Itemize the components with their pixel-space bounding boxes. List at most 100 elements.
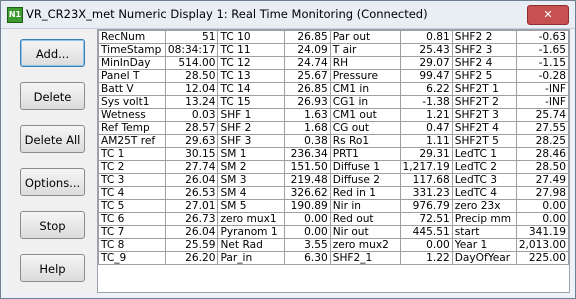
field-name-cell[interactable]: Rs Ro1 bbox=[329, 134, 401, 148]
field-name-cell[interactable]: TC 7 bbox=[98, 225, 166, 239]
delete-all-button[interactable]: Delete All bbox=[20, 125, 85, 153]
field-name-cell[interactable]: RecNum bbox=[98, 30, 166, 44]
field-name-cell[interactable]: Precip mm bbox=[451, 212, 517, 226]
field-value-cell[interactable]: 514.00 bbox=[164, 56, 219, 70]
field-value-cell[interactable]: 26.85 bbox=[284, 82, 331, 96]
field-name-cell[interactable]: CG1 in bbox=[329, 95, 401, 109]
field-name-cell[interactable]: Pyranom 1 bbox=[217, 225, 286, 239]
field-value-cell[interactable]: 341.19 bbox=[515, 225, 569, 239]
field-name-cell[interactable]: Ref Temp bbox=[98, 121, 166, 135]
field-value-cell[interactable]: -0.28 bbox=[515, 69, 569, 83]
field-name-cell[interactable]: SHF2 3 bbox=[451, 43, 517, 57]
field-value-cell[interactable]: 1.21 bbox=[399, 108, 453, 122]
field-name-cell[interactable]: CM1 out bbox=[329, 108, 401, 122]
field-name-cell[interactable]: LedTC 1 bbox=[451, 147, 517, 161]
field-value-cell[interactable]: 08:34:17 bbox=[164, 43, 219, 57]
field-value-cell[interactable]: 25.67 bbox=[284, 69, 331, 83]
field-name-cell[interactable]: T air bbox=[329, 43, 401, 57]
field-value-cell[interactable]: 30.15 bbox=[164, 147, 219, 161]
field-name-cell[interactable]: TC 15 bbox=[217, 95, 286, 109]
field-value-cell[interactable]: 27.49 bbox=[515, 173, 569, 187]
field-value-cell[interactable]: 219.48 bbox=[284, 173, 331, 187]
field-value-cell[interactable]: -0.63 bbox=[515, 30, 569, 44]
add-button[interactable]: Add... bbox=[20, 39, 85, 67]
field-name-cell[interactable]: start bbox=[451, 225, 517, 239]
field-name-cell[interactable]: SHF 1 bbox=[217, 108, 286, 122]
field-value-cell[interactable]: 26.73 bbox=[164, 212, 219, 226]
field-value-cell[interactable]: 0.81 bbox=[399, 30, 453, 44]
help-button[interactable]: Help bbox=[20, 254, 85, 282]
field-value-cell[interactable]: 25.43 bbox=[399, 43, 453, 57]
field-name-cell[interactable]: Year 1 bbox=[451, 238, 517, 252]
field-name-cell[interactable]: TC 13 bbox=[217, 69, 286, 83]
field-name-cell[interactable]: TC 3 bbox=[98, 173, 166, 187]
field-value-cell[interactable]: 28.57 bbox=[164, 121, 219, 135]
field-name-cell[interactable]: CM1 in bbox=[329, 82, 401, 96]
field-name-cell[interactable]: TC 6 bbox=[98, 212, 166, 226]
field-value-cell[interactable]: 151.50 bbox=[284, 160, 331, 174]
title-bar[interactable]: N1 VR_CR23X_met Numeric Display 1: Real … bbox=[1, 1, 575, 29]
field-value-cell[interactable]: 29.07 bbox=[399, 56, 453, 70]
field-value-cell[interactable]: 1.22 bbox=[399, 251, 453, 265]
field-value-cell[interactable]: -1.65 bbox=[515, 43, 569, 57]
field-name-cell[interactable]: LedTC 2 bbox=[451, 160, 517, 174]
field-value-cell[interactable]: 28.46 bbox=[515, 147, 569, 161]
field-value-cell[interactable]: 28.50 bbox=[515, 160, 569, 174]
field-value-cell[interactable]: 117.68 bbox=[399, 173, 453, 187]
field-name-cell[interactable]: Nir in bbox=[329, 199, 401, 213]
field-name-cell[interactable]: TC 10 bbox=[217, 30, 286, 44]
field-value-cell[interactable]: 28.25 bbox=[515, 134, 569, 148]
field-value-cell[interactable]: 0.03 bbox=[164, 108, 219, 122]
options-button[interactable]: Options... bbox=[20, 168, 85, 196]
field-value-cell[interactable]: 28.50 bbox=[164, 69, 219, 83]
field-name-cell[interactable]: TC_9 bbox=[98, 251, 166, 265]
field-value-cell[interactable]: 2,013.00 bbox=[515, 238, 569, 252]
field-value-cell[interactable]: 13.24 bbox=[164, 95, 219, 109]
field-value-cell[interactable]: 0.00 bbox=[399, 238, 453, 252]
field-value-cell[interactable]: 25.74 bbox=[515, 108, 569, 122]
field-name-cell[interactable]: TimeStamp bbox=[98, 43, 166, 57]
field-name-cell[interactable]: TC 8 bbox=[98, 238, 166, 252]
field-value-cell[interactable]: 225.00 bbox=[515, 251, 569, 265]
field-name-cell[interactable]: TC 4 bbox=[98, 186, 166, 200]
field-name-cell[interactable]: Par_in bbox=[217, 251, 286, 265]
field-value-cell[interactable]: 24.09 bbox=[284, 43, 331, 57]
field-value-cell[interactable]: -INF bbox=[515, 95, 569, 109]
delete-button[interactable]: Delete bbox=[20, 82, 85, 110]
field-name-cell[interactable]: Red in 1 bbox=[329, 186, 401, 200]
field-value-cell[interactable]: 0.38 bbox=[284, 134, 331, 148]
stop-button[interactable]: Stop bbox=[20, 211, 85, 239]
field-value-cell[interactable]: 26.85 bbox=[284, 30, 331, 44]
field-value-cell[interactable]: 29.63 bbox=[164, 134, 219, 148]
field-name-cell[interactable]: TC 12 bbox=[217, 56, 286, 70]
field-name-cell[interactable]: SHF2 2 bbox=[451, 30, 517, 44]
field-value-cell[interactable]: 26.53 bbox=[164, 186, 219, 200]
field-name-cell[interactable]: Red out bbox=[329, 212, 401, 226]
field-name-cell[interactable]: SHF 2 bbox=[217, 121, 286, 135]
field-value-cell[interactable]: 25.59 bbox=[164, 238, 219, 252]
field-name-cell[interactable]: TC 1 bbox=[98, 147, 166, 161]
field-name-cell[interactable]: DayOfYear bbox=[451, 251, 517, 265]
field-name-cell[interactable]: Diffuse 2 bbox=[329, 173, 401, 187]
field-value-cell[interactable]: 27.98 bbox=[515, 186, 569, 200]
field-value-cell[interactable]: 0.00 bbox=[284, 212, 331, 226]
field-value-cell[interactable]: 26.04 bbox=[164, 225, 219, 239]
field-value-cell[interactable]: 0.47 bbox=[399, 121, 453, 135]
field-name-cell[interactable]: AM25T ref bbox=[98, 134, 166, 148]
field-value-cell[interactable]: 26.93 bbox=[284, 95, 331, 109]
field-name-cell[interactable]: Net Rad bbox=[217, 238, 286, 252]
field-name-cell[interactable]: MinInDay bbox=[98, 56, 166, 70]
field-value-cell[interactable]: 26.20 bbox=[164, 251, 219, 265]
field-name-cell[interactable]: Nir out bbox=[329, 225, 401, 239]
field-name-cell[interactable]: Sys volt1 bbox=[98, 95, 166, 109]
field-name-cell[interactable]: SHF2_1 bbox=[329, 251, 401, 265]
field-value-cell[interactable]: 190.89 bbox=[284, 199, 331, 213]
close-icon[interactable]: ✕ bbox=[527, 5, 569, 25]
field-value-cell[interactable]: 326.62 bbox=[284, 186, 331, 200]
field-value-cell[interactable]: 6.30 bbox=[284, 251, 331, 265]
field-name-cell[interactable]: SHF 3 bbox=[217, 134, 286, 148]
field-name-cell[interactable]: CG out bbox=[329, 121, 401, 135]
field-name-cell[interactable]: SHF2T 3 bbox=[451, 108, 517, 122]
field-value-cell[interactable]: 0.00 bbox=[284, 225, 331, 239]
field-value-cell[interactable]: 1.68 bbox=[284, 121, 331, 135]
